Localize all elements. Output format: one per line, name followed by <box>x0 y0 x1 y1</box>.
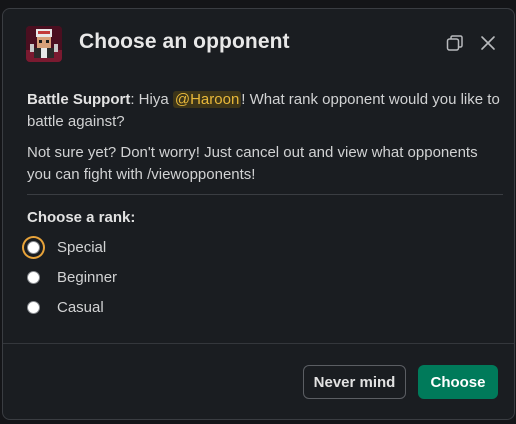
rank-option-beginner[interactable]: Beginner <box>27 266 117 288</box>
rank-option-label: Beginner <box>57 268 118 286</box>
message-separator: : Hiya <box>130 91 173 108</box>
rank-label: Choose a rank: <box>27 209 136 226</box>
modal-header: Choose an opponent <box>3 9 514 79</box>
choose-opponent-modal: Choose an opponent Battle Support: Hiya … <box>2 8 515 420</box>
radio-button[interactable] <box>27 270 40 284</box>
popout-icon <box>446 35 463 51</box>
hint-text: Not sure yet? Don't worry! Just cancel o… <box>27 144 478 183</box>
rank-option-special[interactable]: Special <box>27 236 106 258</box>
close-icon <box>481 36 495 50</box>
modal-body: Battle Support: Hiya @Haroon! What rank … <box>27 89 503 186</box>
message-text: Battle Support: Hiya @Haroon! What rank … <box>27 89 503 133</box>
choose-button[interactable]: Choose <box>418 365 498 399</box>
close-button[interactable] <box>477 32 499 54</box>
rank-option-casual[interactable]: Casual <box>27 296 104 318</box>
rank-option-label: Casual <box>57 298 104 316</box>
modal-title: Choose an opponent <box>79 30 290 53</box>
user-mention[interactable]: @Haroon <box>172 91 242 108</box>
popout-button[interactable] <box>444 32 466 54</box>
sender-name: Battle Support <box>27 91 131 108</box>
section-divider <box>27 194 503 195</box>
footer-divider <box>3 343 514 344</box>
battle-bot-avatar-icon <box>26 26 62 62</box>
never-mind-button[interactable]: Never mind <box>303 365 406 399</box>
rank-option-label: Special <box>57 238 107 256</box>
radio-button[interactable] <box>27 240 40 254</box>
radio-button[interactable] <box>27 300 40 314</box>
